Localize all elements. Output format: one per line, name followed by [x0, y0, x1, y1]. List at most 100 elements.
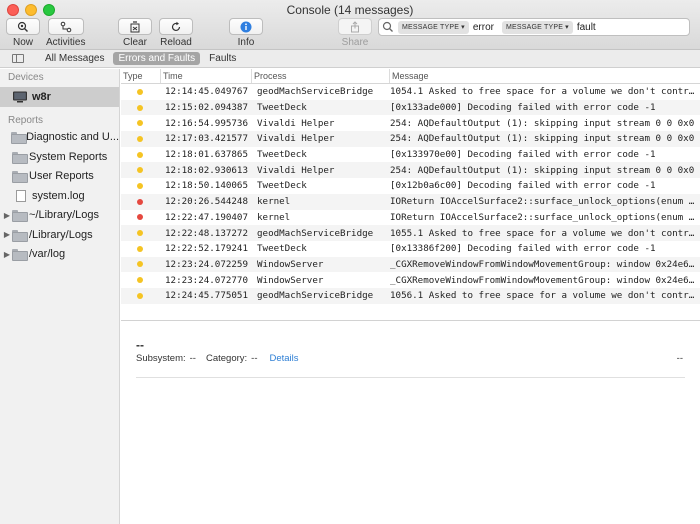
type-cell	[121, 198, 161, 205]
disclosure-triangle-icon[interactable]: ▶	[2, 230, 12, 239]
time-cell: 12:15:02.094387	[165, 102, 248, 114]
type-cell	[121, 88, 161, 95]
filter-tab-errors-and-faults[interactable]: Errors and Faults	[113, 52, 201, 65]
sidebar-item-label: Diagnostic and U...	[26, 131, 119, 144]
table-row[interactable]: 12:14:45.049767 geodMachServiceBridge 1054…	[121, 84, 700, 100]
disclosure-triangle-icon[interactable]: ▶	[2, 211, 12, 220]
type-cell	[121, 261, 161, 268]
disclosure-triangle-icon[interactable]: ▶	[2, 250, 12, 259]
sidebar-item[interactable]: ▶ /var/log	[0, 245, 119, 265]
table-row[interactable]: 12:23:24.072259 WindowServer _CGXRemoveWin…	[121, 256, 700, 273]
column-header-time[interactable]: Time	[161, 69, 252, 83]
time-cell: 12:18:50.140065	[165, 180, 248, 192]
reload-button[interactable]: Reload	[159, 18, 193, 48]
message-detail-pane: -- Subsystem: -- Category: -- Details --	[121, 320, 700, 524]
error-indicator-icon	[137, 104, 143, 111]
info-button[interactable]: Info	[229, 18, 263, 48]
type-cell	[121, 182, 161, 189]
error-indicator-icon	[137, 261, 143, 268]
table-row[interactable]: 12:18:01.637865 TweetDeck [0x133970e00] De…	[121, 147, 700, 163]
table-row[interactable]: 12:22:52.179241 TweetDeck [0x13386f200] De…	[121, 241, 700, 257]
table-header: Type Time Process Message	[121, 69, 700, 84]
table-row[interactable]: 12:18:02.930613 Vivaldi Helper 254: AQDefa…	[121, 162, 700, 179]
process-cell: TweetDeck	[257, 149, 307, 161]
table-row[interactable]: 12:15:02.094387 TweetDeck [0x133ade000] De…	[121, 99, 700, 116]
error-indicator-icon	[137, 245, 143, 252]
time-cell: 12:23:24.072259	[165, 258, 248, 270]
divider	[136, 377, 685, 378]
message-cell: 1056.1 Asked to free space for a volume …	[390, 290, 700, 302]
message-cell: [0x133ade000] Decoding failed with error…	[390, 102, 656, 114]
error-indicator-icon	[137, 88, 143, 95]
sidebar: Devices w8r Reports Diagnostic and U... S…	[0, 69, 120, 524]
table-row[interactable]: 12:20:26.544248 kernel IOReturn IOAccelSur…	[121, 193, 700, 210]
table-row[interactable]: 12:23:24.072770 WindowServer _CGXRemoveWin…	[121, 272, 700, 288]
process-cell: Vivaldi Helper	[257, 164, 335, 176]
message-cell: [0x12b0a6c00] Decoding failed with error…	[390, 180, 656, 192]
sidebar-toggle-icon[interactable]	[12, 54, 24, 63]
table-row[interactable]: 12:17:03.421577 Vivaldi Helper 254: AQDefa…	[121, 131, 700, 147]
time-cell: 12:24:45.775051	[165, 290, 248, 302]
error-indicator-icon	[137, 230, 143, 237]
window-title: Console (14 messages)	[286, 3, 414, 17]
category-value: --	[251, 353, 258, 364]
table-row[interactable]: 12:22:47.190407 kernel IOReturn IOAccelSur…	[121, 210, 700, 226]
document-icon	[16, 189, 26, 202]
reload-icon	[159, 18, 193, 35]
chevron-down-icon: ▾	[565, 23, 569, 31]
table-row[interactable]: 12:16:54.995736 Vivaldi Helper 254: AQDefa…	[121, 115, 700, 131]
process-cell: geodMachServiceBridge	[257, 86, 374, 98]
log-table: Type Time Process Message 12:14:45.04976…	[121, 69, 700, 304]
fault-indicator-icon	[137, 198, 143, 205]
time-cell: 12:20:26.544248	[165, 196, 248, 208]
now-button[interactable]: Now	[6, 18, 40, 48]
activities-button[interactable]: Activities	[46, 18, 85, 48]
column-header-process[interactable]: Process	[252, 69, 390, 83]
folder-icon	[12, 229, 28, 242]
process-cell: Vivaldi Helper	[257, 133, 335, 145]
fault-indicator-icon	[137, 214, 143, 221]
process-cell: WindowServer	[257, 258, 324, 270]
sidebar-item[interactable]: ▶ ~/Library/Logs	[0, 206, 119, 226]
column-header-message[interactable]: Message	[390, 69, 700, 83]
share-button[interactable]: Share	[338, 18, 372, 48]
type-cell	[121, 230, 161, 237]
table-row[interactable]: 12:24:45.775051 geodMachServiceBridge 1056…	[121, 287, 700, 304]
detail-meta: Subsystem: -- Category: -- Details	[136, 353, 299, 364]
sidebar-item[interactable]: System Reports	[0, 147, 119, 167]
search-token-value[interactable]: fault	[577, 22, 596, 33]
search-token-value[interactable]: error	[473, 22, 494, 33]
folder-icon	[12, 210, 28, 223]
search-field[interactable]: MESSAGE TYPE ▾ error MESSAGE TYPE ▾ faul…	[378, 18, 690, 36]
column-header-type[interactable]: Type	[121, 69, 161, 83]
type-cell	[121, 135, 161, 142]
sidebar-item[interactable]: Diagnostic and U...	[0, 128, 119, 148]
filter-tab-faults[interactable]: Faults	[204, 52, 241, 65]
share-icon	[338, 18, 372, 35]
process-cell: TweetDeck	[257, 243, 307, 255]
sidebar-item[interactable]: system.log	[0, 186, 119, 206]
error-indicator-icon	[137, 135, 143, 142]
error-indicator-icon	[137, 182, 143, 189]
table-row[interactable]: 12:18:50.140065 TweetDeck [0x12b0a6c00] De…	[121, 178, 700, 194]
process-cell: geodMachServiceBridge	[257, 227, 374, 239]
type-cell	[121, 167, 161, 174]
message-cell: 254: AQDefaultOutput (1): skipping input…	[390, 164, 695, 176]
search-token-message-type[interactable]: MESSAGE TYPE ▾	[501, 20, 573, 34]
message-cell: [0x133970e00] Decoding failed with error…	[390, 149, 656, 161]
details-link[interactable]: Details	[269, 353, 298, 364]
table-row[interactable]: 12:22:48.137272 geodMachServiceBridge 1055…	[121, 225, 700, 241]
sidebar-item-device[interactable]: w8r	[0, 87, 119, 107]
sidebar-item[interactable]: User Reports	[0, 167, 119, 187]
search-token-label: MESSAGE TYPE	[402, 23, 460, 31]
sidebar-item-label: system.log	[32, 189, 85, 202]
search-token-message-type[interactable]: MESSAGE TYPE ▾	[398, 20, 469, 34]
filter-tab-all-messages[interactable]: All Messages	[40, 52, 109, 65]
reload-label: Reload	[160, 37, 192, 48]
sidebar-item[interactable]: ▶ /Library/Logs	[0, 225, 119, 245]
time-cell: 12:14:45.049767	[165, 86, 248, 98]
subsystem-label: Subsystem:	[136, 353, 186, 364]
message-cell: IOReturn IOAccelSurface2::surface_unlock…	[390, 196, 700, 208]
now-icon	[6, 18, 40, 35]
clear-button[interactable]: Clear	[118, 18, 152, 48]
